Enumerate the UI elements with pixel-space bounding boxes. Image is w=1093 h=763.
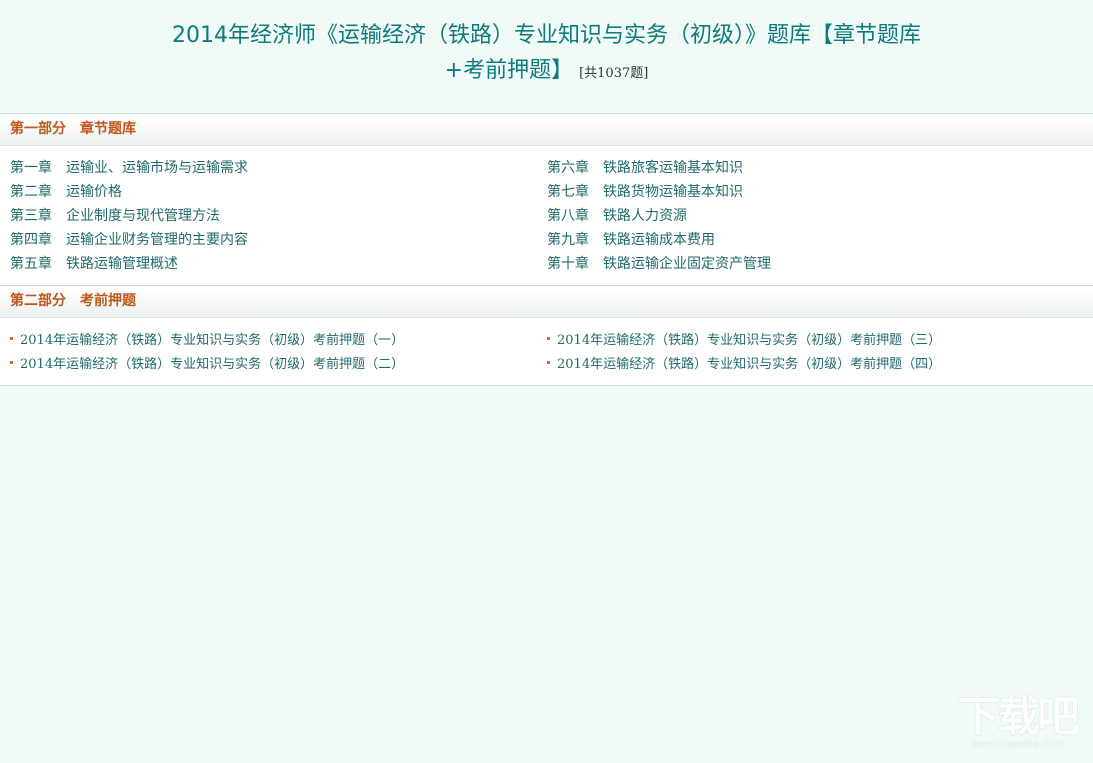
test-link-2[interactable]: 2014年运输经济（铁路）专业知识与实务（初级）考前押题（二） bbox=[10, 353, 404, 377]
bullet-icon bbox=[547, 337, 550, 340]
chapter-link-10[interactable]: 第十章 铁路运输企业固定资产管理 bbox=[547, 252, 771, 276]
part2-title: 考前押题 bbox=[80, 293, 136, 309]
bullet-icon bbox=[547, 361, 550, 364]
test-grid: 2014年运输经济（铁路）专业知识与实务（初级）考前押题（一） 2014年运输经… bbox=[0, 329, 1093, 381]
section-pre-exam: 第二部分 考前押题 2014年运输经济（铁路）专业知识与实务（初级）考前押题（一）… bbox=[0, 285, 1093, 386]
question-count: [共1037题] bbox=[579, 66, 649, 81]
chapter-link-7[interactable]: 第七章 铁路货物运输基本知识 bbox=[547, 180, 771, 204]
test-link-1[interactable]: 2014年运输经济（铁路）专业知识与实务（初级）考前押题（一） bbox=[10, 329, 404, 353]
chapter-link-2[interactable]: 第二章 运输价格 bbox=[10, 180, 248, 204]
page-title-line2: +考前押题】 [共1037题] bbox=[0, 55, 1093, 90]
test-link-3[interactable]: 2014年运输经济（铁路）专业知识与实务（初级）考前押题（三） bbox=[547, 329, 941, 353]
page-title-line2-text: +考前押题】 bbox=[444, 58, 574, 83]
watermark-logo-text: 下载吧 bbox=[957, 692, 1079, 741]
test-link-4[interactable]: 2014年运输经济（铁路）专业知识与实务（初级）考前押题（四） bbox=[547, 353, 941, 377]
watermark-logo: 下载吧 www.xiazaiba.com bbox=[950, 695, 1085, 755]
chapter-link-3[interactable]: 第三章 企业制度与现代管理方法 bbox=[10, 204, 248, 228]
page-header: 2014年经济师《运输经济（铁路）专业知识与实务（初级）》题库【章节题库 +考前… bbox=[0, 0, 1093, 113]
test-column-left: 2014年运输经济（铁路）专业知识与实务（初级）考前押题（一） 2014年运输经… bbox=[10, 329, 404, 377]
part2-label: 第二部分 bbox=[10, 293, 66, 309]
chapter-link-6[interactable]: 第六章 铁路旅客运输基本知识 bbox=[547, 156, 771, 180]
part1-label: 第一部分 bbox=[10, 121, 66, 137]
bullet-icon bbox=[10, 337, 13, 340]
chapter-link-1[interactable]: 第一章 运输业、运输市场与运输需求 bbox=[10, 156, 248, 180]
chapter-column-right: 第六章 铁路旅客运输基本知识 第七章 铁路货物运输基本知识 第八章 铁路人力资源 第九… bbox=[547, 156, 771, 276]
chapter-grid: 第一章 运输业、运输市场与运输需求 第二章 运输价格 第三章 企业制度与现代管理方法 … bbox=[0, 156, 1093, 280]
section-chapter-bank: 第一部分 章节题库 第一章 运输业、运输市场与运输需求 第二章 运输价格 第三章 企业制… bbox=[0, 113, 1093, 286]
chapter-column-left: 第一章 运输业、运输市场与运输需求 第二章 运输价格 第三章 企业制度与现代管理方法 … bbox=[10, 156, 248, 276]
chapter-link-5[interactable]: 第五章 铁路运输管理概述 bbox=[10, 252, 248, 276]
chapter-link-4[interactable]: 第四章 运输企业财务管理的主要内容 bbox=[10, 228, 248, 252]
chapter-link-8[interactable]: 第八章 铁路人力资源 bbox=[547, 204, 771, 228]
part1-title: 章节题库 bbox=[80, 121, 136, 137]
chapter-link-9[interactable]: 第九章 铁路运输成本费用 bbox=[547, 228, 771, 252]
section-header-part1: 第一部分 章节题库 bbox=[0, 114, 1093, 146]
test-column-right: 2014年运输经济（铁路）专业知识与实务（初级）考前押题（三） 2014年运输经… bbox=[547, 329, 941, 377]
page-title-line1: 2014年经济师《运输经济（铁路）专业知识与实务（初级）》题库【章节题库 bbox=[172, 23, 921, 48]
bullet-icon bbox=[10, 361, 13, 364]
section-header-part2: 第二部分 考前押题 bbox=[0, 286, 1093, 318]
